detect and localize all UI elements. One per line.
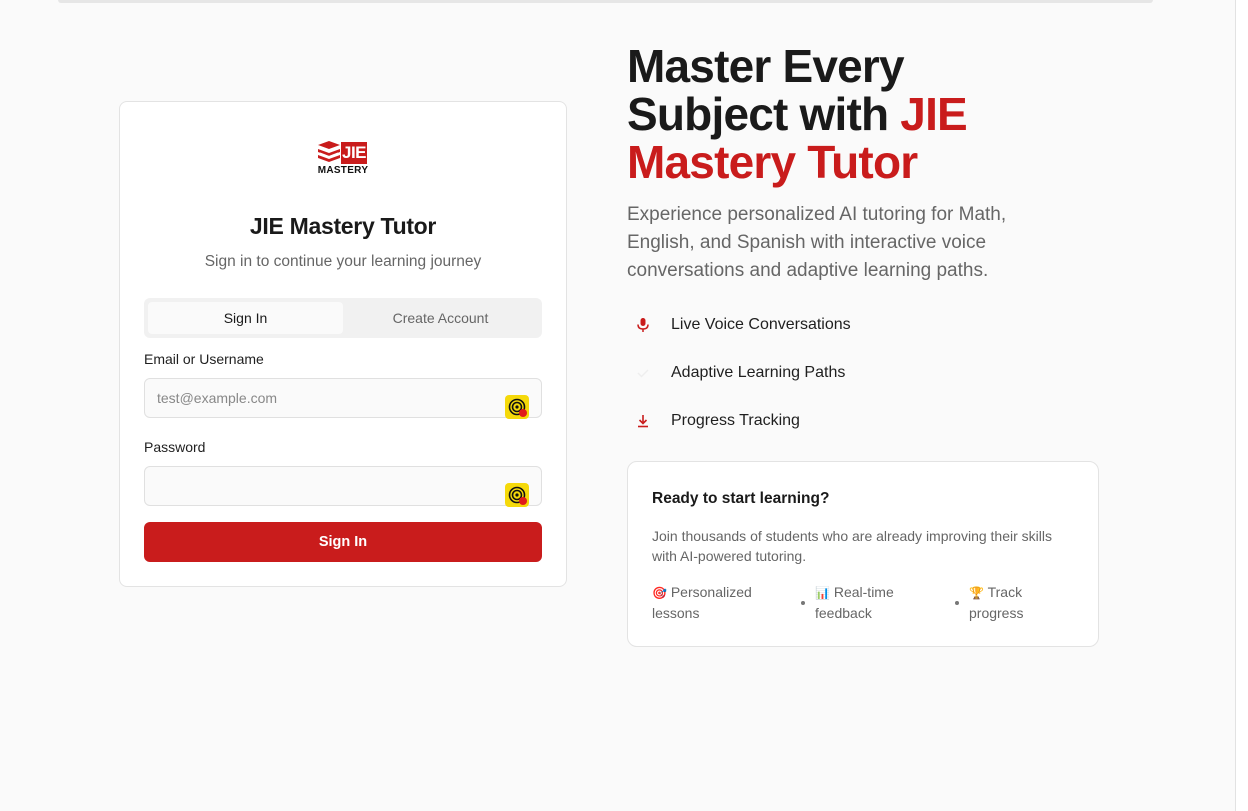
cta-card: Ready to start learning? Join thousands … [627, 461, 1099, 647]
cta-item-line1: Personalized [670, 584, 752, 600]
cta-item-line2: progress [969, 605, 1024, 621]
chart-icon: 📊 [815, 586, 830, 600]
cta-item-line2: feedback [815, 605, 872, 621]
feature-label: Adaptive Learning Paths [671, 364, 846, 381]
hero-description: Experience personalized AI tutoring for … [627, 204, 1007, 281]
password-manager-icon[interactable] [505, 395, 529, 419]
logo-mastery-text: MASTERY [317, 165, 369, 176]
cta-item-feedback: 📊 Real-time feedback [815, 582, 894, 623]
feature-item-adaptive: Adaptive Learning Paths [633, 361, 845, 385]
card-subtitle: Sign in to continue your learning journe… [204, 253, 482, 270]
auth-tabs: Sign In Create Account [144, 298, 542, 338]
cta-item-line1: Real-time [833, 584, 894, 600]
feature-item-voice: Live Voice Conversations [633, 313, 851, 337]
cta-item-personalized: 🎯 Personalized lessons [652, 582, 752, 623]
hero-title-line2-prefix: Subject with [627, 88, 901, 140]
hero-title: Master Every Subject with JIE Mastery Tu… [627, 42, 1097, 186]
cta-title: Ready to start learning? [652, 490, 830, 507]
window-scrollbar[interactable] [1235, 0, 1248, 811]
email-label: Email or Username [144, 351, 264, 367]
cta-body: Join thousands of students who are alrea… [652, 528, 1052, 564]
feature-label: Live Voice Conversations [671, 316, 851, 333]
logo-jie-text: JIE [341, 142, 367, 164]
feature-label: Progress Tracking [671, 412, 800, 429]
download-icon [638, 415, 648, 428]
top-bar [58, 0, 1153, 3]
sign-in-button[interactable]: Sign In [144, 522, 542, 562]
trophy-icon: 🏆 [969, 586, 984, 600]
email-field-wrapper [144, 378, 542, 419]
tab-create-account[interactable]: Create Account [343, 302, 538, 334]
password-field[interactable] [145, 467, 495, 505]
tab-sign-in[interactable]: Sign In [148, 302, 343, 334]
email-field[interactable] [145, 379, 495, 417]
books-icon [318, 141, 340, 162]
login-card: JIE MASTERY JIE Mastery Tutor Sign in to… [119, 101, 567, 587]
jie-mastery-logo: JIE MASTERY [317, 140, 369, 180]
check-icon [637, 369, 649, 378]
hero-title-accent-brand: Mastery Tutor [627, 136, 918, 188]
target-icon: 🎯 [652, 586, 667, 600]
cta-item-line2: lessons [652, 605, 700, 621]
separator-dot [955, 601, 959, 605]
hero-title-line1: Master Every [627, 40, 905, 92]
cta-item-track: 🏆 Track progress [969, 582, 1023, 623]
separator-dot [801, 601, 805, 605]
card-title: JIE Mastery Tutor [249, 213, 437, 239]
password-field-wrapper [144, 466, 542, 507]
password-label: Password [144, 439, 206, 455]
cta-item-line1: Track [987, 584, 1023, 600]
hero-title-accent-jie: JIE [900, 88, 967, 140]
feature-item-progress: Progress Tracking [633, 409, 800, 433]
microphone-icon [637, 318, 649, 332]
password-manager-icon[interactable] [505, 483, 529, 507]
